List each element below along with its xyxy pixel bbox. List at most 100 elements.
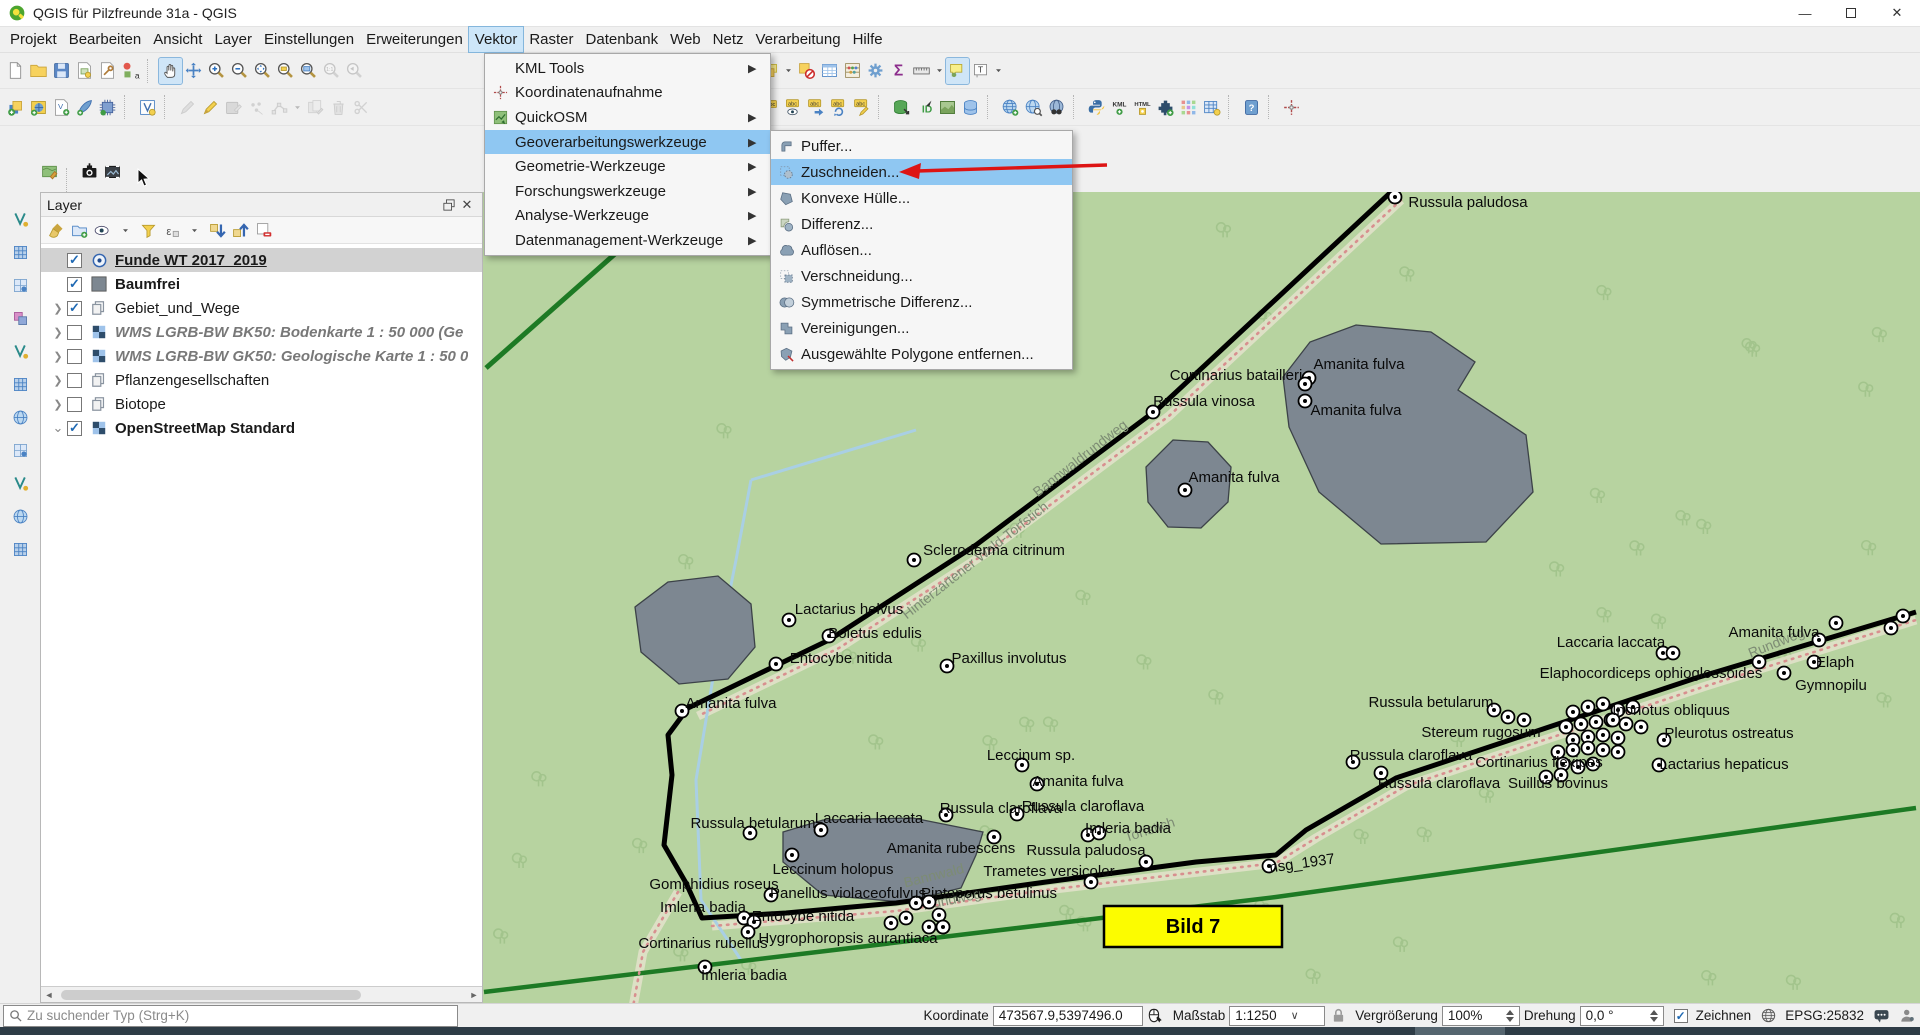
search-input[interactable] — [27, 1008, 452, 1023]
layer-checkbox[interactable] — [67, 325, 82, 340]
layer-checkbox[interactable]: ✓ — [67, 421, 82, 436]
menu-erweiterungen[interactable]: Erweiterungen — [360, 27, 469, 52]
manage-plugins-button[interactable] — [1154, 94, 1177, 120]
close-panel-icon[interactable]: ✕ — [458, 196, 476, 214]
plugin-button-9[interactable] — [7, 470, 33, 496]
themes-dropdown[interactable] — [114, 218, 136, 242]
change-label-button[interactable]: abc — [850, 94, 873, 120]
layer-checkbox[interactable]: ✓ — [67, 253, 82, 268]
menu-item-koordinatenaufnahme[interactable]: Koordinatenaufnahme — [485, 81, 770, 106]
add-postgis-layer-button[interactable] — [73, 94, 96, 120]
scrollbar-thumb[interactable] — [61, 990, 361, 1000]
magnifier-input[interactable]: 100% — [1442, 1006, 1520, 1026]
menu-netz[interactable]: Netz — [707, 27, 750, 52]
new-shapefile-layer-button[interactable] — [136, 94, 159, 120]
maximize-button[interactable] — [1828, 0, 1874, 27]
zoom-in-button[interactable] — [205, 58, 228, 84]
float-panel-icon[interactable] — [440, 196, 458, 214]
add-feature-button[interactable] — [245, 94, 268, 120]
plugin-button-11[interactable] — [7, 536, 33, 562]
zoom-native-button[interactable]: 1:1 — [320, 58, 343, 84]
lock-scale-icon[interactable] — [1328, 1006, 1348, 1026]
metasearch-button[interactable] — [999, 94, 1022, 120]
identify-id-button[interactable]: ID — [913, 94, 936, 120]
layer-item-wms-lgrb-bw-gk50-geologisch[interactable]: ❯WMS LGRB-BW GK50: Geologische Karte 1 :… — [41, 344, 482, 368]
submenu-item-puffer[interactable]: Puffer... — [771, 133, 1072, 159]
menu-vektor[interactable]: Vektor — [469, 27, 524, 52]
attribute-colors-button[interactable] — [1177, 94, 1200, 120]
expander-icon[interactable]: ❯ — [49, 374, 67, 387]
menu-datenbank[interactable]: Datenbank — [580, 27, 665, 52]
open-attribute-table-button[interactable] — [818, 58, 841, 84]
scroll-right-arrow[interactable]: ► — [466, 987, 482, 1002]
new-print-layout-button[interactable] — [73, 58, 96, 84]
submenu-item-ausgewahlte-polygone-entfernen[interactable]: Ausgewählte Polygone entfernen... — [771, 341, 1072, 367]
text-annotation-button[interactable]: T — [969, 58, 992, 84]
layer-checkbox[interactable]: ✓ — [67, 301, 82, 316]
scale-select[interactable]: 1:1250∨ — [1229, 1006, 1325, 1026]
layer-item-gebiet-und-wege[interactable]: ❯✓Gebiet_und_Wege — [41, 296, 482, 320]
close-button[interactable]: ✕ — [1874, 0, 1920, 27]
menu-item-analyse-werkzeuge[interactable]: Analyse-Werkzeuge▶ — [485, 204, 770, 229]
submenu-item-differenz[interactable]: Differenz... — [771, 211, 1072, 237]
submenu-item-verschneidung[interactable]: Verschneidung... — [771, 263, 1072, 289]
layer-dropdown[interactable] — [782, 58, 795, 84]
highlight-labels-button[interactable]: abc — [781, 94, 804, 120]
map-tips-button[interactable] — [946, 58, 969, 84]
image-selection-button[interactable] — [101, 158, 124, 184]
measure-line-button[interactable] — [910, 58, 933, 84]
python-console-button[interactable] — [1085, 94, 1108, 120]
deselect-features-button[interactable] — [795, 58, 818, 84]
zoom-full-extent-button[interactable] — [251, 58, 274, 84]
vertex-tool-button[interactable] — [268, 94, 291, 120]
layer-checkbox[interactable] — [67, 397, 82, 412]
add-spatialite-layer-button[interactable] — [96, 94, 119, 120]
zoom-out-button[interactable] — [228, 58, 251, 84]
expand-all-button[interactable] — [206, 218, 228, 242]
zoom-last-button[interactable] — [343, 58, 366, 84]
layer-item-biotope[interactable]: ❯Biotope — [41, 392, 482, 416]
plugin-button-1[interactable] — [7, 206, 33, 232]
submenu-item-konvexe-hulle[interactable]: Konvexe Hülle... — [771, 185, 1072, 211]
menu-web[interactable]: Web — [664, 27, 707, 52]
render-checkbox[interactable]: ✓ — [1674, 1009, 1688, 1023]
processing-toolbox-button[interactable] — [864, 58, 887, 84]
map-themes-button[interactable] — [38, 158, 61, 184]
pan-to-selection-button[interactable] — [182, 58, 205, 84]
expander-icon[interactable]: ❯ — [49, 302, 67, 315]
layer-checkbox[interactable]: ✓ — [67, 277, 82, 292]
plugin-button-6[interactable] — [7, 371, 33, 397]
menu-item-datenmanagement-werkzeuge[interactable]: Datenmanagement-Werkzeuge▶ — [485, 228, 770, 253]
menu-item-kml-tools[interactable]: KML Tools▶ — [485, 56, 770, 81]
collapse-all-button[interactable] — [229, 218, 251, 242]
menu-item-forschungswerkzeuge[interactable]: Forschungswerkzeuge▶ — [485, 179, 770, 204]
user-profile-icon[interactable] — [1897, 1006, 1917, 1026]
field-calculator-button[interactable] — [841, 58, 864, 84]
menu-einstellungen[interactable]: Einstellungen — [258, 27, 360, 52]
plugin-button-8[interactable] — [7, 437, 33, 463]
save-project-button[interactable] — [50, 58, 73, 84]
zoom-to-layer-button[interactable] — [297, 58, 320, 84]
new-virtual-table-button[interactable] — [1200, 94, 1223, 120]
cut-features-button[interactable] — [350, 94, 373, 120]
submenu-item-zuschneiden[interactable]: Zuschneiden... — [771, 159, 1072, 185]
plugin-button-3[interactable] — [7, 272, 33, 298]
map-canvas[interactable]: BannwaldrundwegHinterzartener Wald-Torfs… — [483, 192, 1920, 1003]
filter-legend-button[interactable] — [137, 218, 159, 242]
new-project-button[interactable] — [4, 58, 27, 84]
open-project-button[interactable] — [27, 58, 50, 84]
toggle-editing-button[interactable] — [199, 94, 222, 120]
layer-item-pflanzengesellschaften[interactable]: ❯Pflanzengesellschaften — [41, 368, 482, 392]
multiedit-attributes-button[interactable] — [304, 94, 327, 120]
layer-item-openstreetmap-standard[interactable]: ⌄✓OpenStreetMap Standard — [41, 416, 482, 440]
kml-tools-button[interactable]: KML — [1108, 94, 1131, 120]
crs-globe-icon[interactable] — [1758, 1006, 1778, 1026]
menu-projekt[interactable]: Projekt — [4, 27, 63, 52]
menu-item-geometrie-werkzeuge[interactable]: Geometrie-Werkzeuge▶ — [485, 154, 770, 179]
delete-selected-button[interactable] — [327, 94, 350, 120]
menu-ansicht[interactable]: Ansicht — [147, 27, 208, 52]
plugin-button-7[interactable] — [7, 404, 33, 430]
current-edits-button[interactable] — [176, 94, 199, 120]
db-manager-button[interactable] — [959, 94, 982, 120]
rotation-input[interactable]: 0,0 ° — [1580, 1006, 1664, 1026]
